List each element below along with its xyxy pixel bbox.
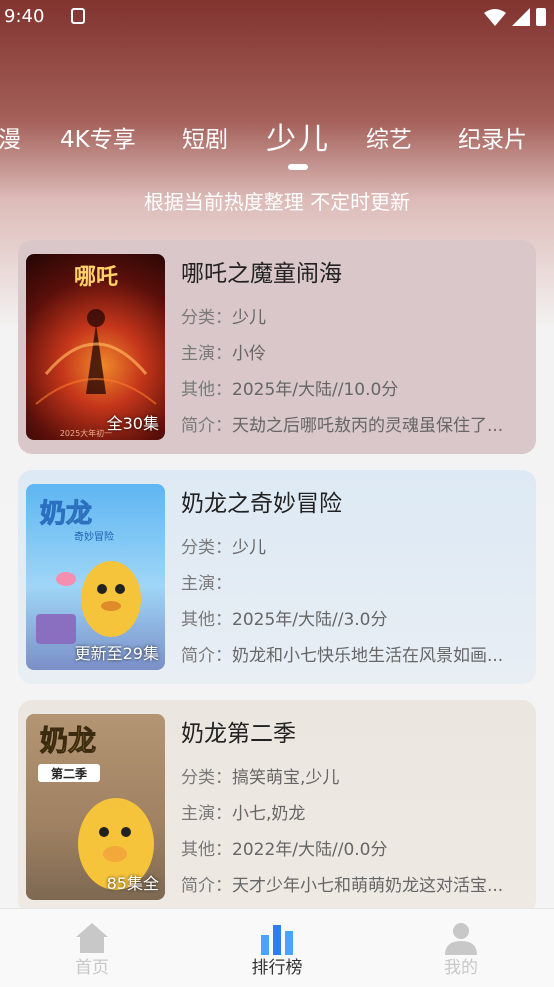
intro-value: 奶龙和小七快乐地生活在风景如画... xyxy=(232,646,504,666)
category-value: 少儿 xyxy=(232,308,266,328)
other-value: 2022年/大陆//0.0分 xyxy=(232,840,388,860)
poster-image: 奶龙 奇妙冒险 更新至29集 xyxy=(26,484,165,670)
list-item[interactable]: 哪吒 2025大年初一 全30集 哪吒之魔童闹海 分类：少儿 主演：小伶 其他：… xyxy=(18,240,536,454)
episode-badge: 85集全 xyxy=(106,874,159,893)
tab-indicator xyxy=(288,164,308,170)
category-tabs: 漫 4K专享 短剧 少儿 综艺 纪录片 xyxy=(0,112,554,172)
poster-subtitle: 第二季 xyxy=(51,766,88,781)
episode-badge: 更新至29集 xyxy=(74,644,159,663)
cast-value: 小伶 xyxy=(232,344,266,364)
nav-label-home: 首页 xyxy=(75,958,109,978)
nav-label-ranking: 排行榜 xyxy=(251,958,303,978)
status-time: 9:40 xyxy=(4,6,45,27)
nav-label-profile: 我的 xyxy=(444,958,478,978)
ranking-icon xyxy=(261,925,293,955)
notification-icon xyxy=(71,8,85,24)
poster-logo: 奶龙 xyxy=(40,498,92,529)
other-value: 2025年/大陆//10.0分 xyxy=(232,380,399,400)
signal-icon xyxy=(512,8,530,26)
home-icon xyxy=(76,923,108,953)
poster-logo: 哪吒 xyxy=(74,265,118,290)
category-value: 搞笑萌宝,少儿 xyxy=(232,768,340,788)
episode-badge: 全30集 xyxy=(106,414,159,433)
profile-icon xyxy=(445,923,477,955)
tab-comics[interactable]: 漫 xyxy=(0,120,21,154)
intro-value: 天才少年小七和萌萌奶龙这对活宝... xyxy=(232,876,504,896)
nav-profile[interactable]: 我的 xyxy=(401,921,521,978)
bottom-navigation: 首页 排行榜 我的 xyxy=(0,908,554,987)
item-title[interactable]: 奶龙之奇妙冒险 xyxy=(181,484,526,518)
nav-home[interactable]: 首页 xyxy=(32,921,152,978)
tab-documentary[interactable]: 纪录片 xyxy=(458,120,527,154)
intro-value: 天劫之后哪吒敖丙的灵魂虽保住了... xyxy=(232,416,504,436)
tab-kids[interactable]: 少儿 xyxy=(266,114,330,158)
cast-value: 小七,奶龙 xyxy=(232,804,306,824)
poster-image: 奶龙 第二季 85集全 xyxy=(26,714,165,900)
poster-caption: 2025大年初一 xyxy=(60,428,112,438)
other-value: 2025年/大陆//3.0分 xyxy=(232,610,388,630)
category-value: 少儿 xyxy=(232,538,266,558)
tab-short-drama[interactable]: 短剧 xyxy=(182,120,228,154)
wifi-icon xyxy=(484,9,506,26)
poster-image: 哪吒 2025大年初一 全30集 xyxy=(26,254,165,440)
status-bar: 9:40 xyxy=(0,0,554,36)
ranking-subtitle: 根据当前热度整理 不定时更新 xyxy=(143,190,411,214)
list-item[interactable]: 奶龙 第二季 85集全 奶龙第二季 分类：搞笑萌宝,少儿 主演：小七,奶龙 其他… xyxy=(18,700,536,914)
list-item[interactable]: 奶龙 奇妙冒险 更新至29集 奶龙之奇妙冒险 分类：少儿 主演： 其他：2025… xyxy=(18,470,536,684)
poster-subtitle: 奇妙冒险 xyxy=(74,530,114,543)
item-title[interactable]: 奶龙第二季 xyxy=(181,714,526,748)
item-title[interactable]: 哪吒之魔童闹海 xyxy=(181,254,526,288)
tab-variety[interactable]: 综艺 xyxy=(366,120,412,154)
tab-4k[interactable]: 4K专享 xyxy=(60,120,136,154)
nav-ranking[interactable]: 排行榜 xyxy=(217,921,337,978)
poster-logo: 奶龙 xyxy=(40,724,96,757)
battery-icon xyxy=(536,8,546,26)
